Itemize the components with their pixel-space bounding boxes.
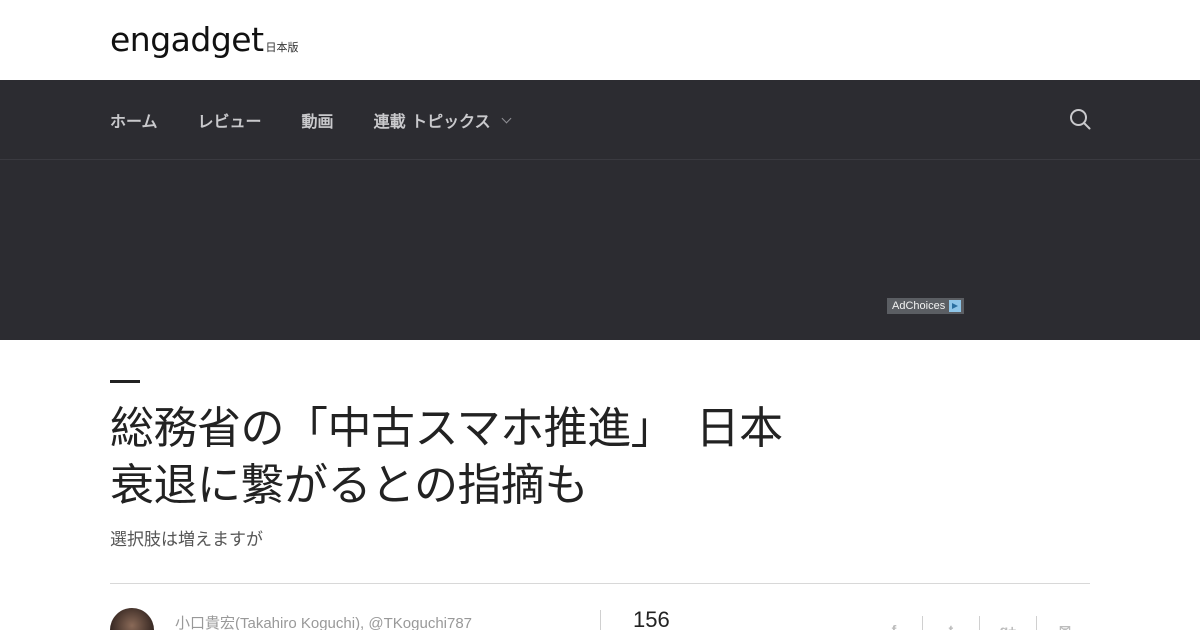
share-buttons: f t g+ ✉ [866, 616, 1093, 630]
facebook-icon[interactable]: f [866, 616, 922, 630]
share-count: 156 [633, 607, 670, 630]
nav-item-label: 連載 トピックス [373, 112, 491, 131]
nav-item-label: ホーム [110, 112, 158, 131]
main-navigation: ホーム レビュー 動画 連載 トピックス [0, 80, 1200, 160]
adchoices-label: AdChoices [892, 300, 946, 312]
site-header: engadget 日本版 [0, 0, 1200, 80]
author-byline[interactable]: 小口貴宏(Takahiro Koguchi), @TKoguchi787 [175, 612, 472, 630]
search-icon[interactable] [1068, 107, 1092, 131]
nav-item-reviews[interactable]: レビュー [198, 108, 262, 132]
logo-wordmark: engadget [110, 20, 264, 59]
adchoices-icon [949, 300, 962, 312]
article-subtitle: 選択肢は増えますが [110, 530, 263, 550]
engadget-logo[interactable]: engadget 日本版 [110, 22, 299, 58]
nav-item-videos[interactable]: 動画 [302, 108, 334, 132]
email-icon[interactable]: ✉ [1037, 616, 1093, 630]
nav-item-home[interactable]: ホーム [110, 108, 158, 132]
title-accent-dash [110, 380, 140, 383]
divider [600, 610, 601, 630]
google-plus-icon[interactable]: g+ [980, 616, 1036, 630]
twitter-icon[interactable]: t [923, 616, 979, 630]
nav-item-series-topics[interactable]: 連載 トピックス [373, 108, 512, 132]
chevron-down-icon [501, 113, 512, 123]
divider [110, 583, 1090, 584]
nav-item-label: レビュー [197, 112, 262, 131]
article-title-line2: 衰退に繋がるとの指摘も [110, 460, 589, 511]
ad-banner[interactable] [0, 160, 1200, 340]
nav-item-label: 動画 [301, 112, 334, 131]
adchoices-badge[interactable]: AdChoices [887, 298, 964, 314]
article-title: 総務省の「中古スマホ推進」 日本 衰退に繋がるとの指摘も [110, 400, 910, 514]
article-title-line1: 総務省の「中古スマホ推進」 日本 [110, 403, 783, 454]
author-avatar[interactable] [110, 608, 154, 630]
logo-edition-label: 日本版 [265, 41, 299, 54]
